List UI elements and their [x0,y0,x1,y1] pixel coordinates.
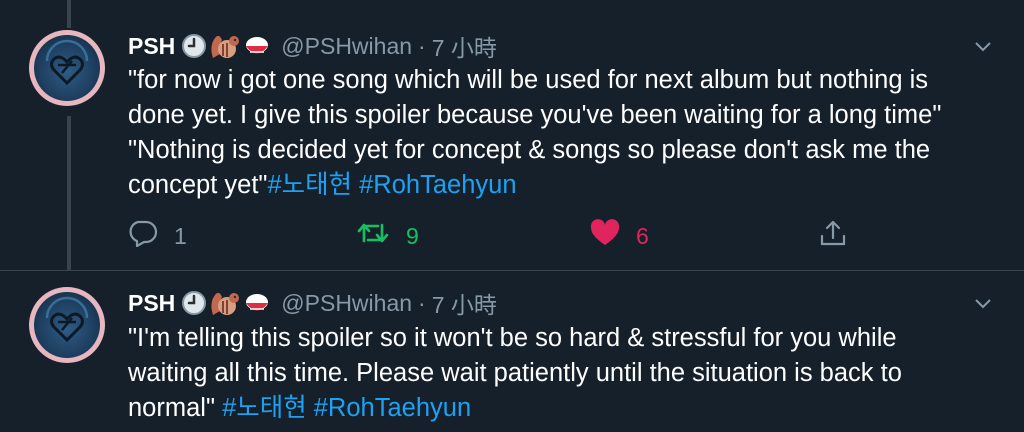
share-button[interactable] [818,218,848,254]
reply-button[interactable]: 1 [128,218,187,254]
tweet-text-line: normal" #노태현 #RohTaehyun [128,391,998,426]
hashtag-link[interactable]: #RohTaehyun [314,394,471,422]
tweet-header: PSH @PSHwihan · 7 小時 [128,28,497,64]
tweet-text-line: "I'm telling this spoiler so it won't be… [128,324,897,352]
avatar-image [34,35,100,101]
display-name[interactable]: PSH [128,33,175,60]
reply-count: 1 [174,222,187,249]
rice-bowl-emoji-icon [243,33,271,59]
chipmunk-emoji-icon [209,289,241,317]
display-name[interactable]: PSH [128,290,175,317]
tweet-text-fragment: concept yet" [128,171,268,199]
chevron-down-icon[interactable] [972,36,994,58]
heart-icon [590,219,620,253]
retweet-button[interactable]: 9 [356,218,419,254]
tweet-text: "I'm telling this spoiler so it won't be… [128,321,998,426]
retweet-count: 9 [406,222,419,249]
tweet-text-fragment: normal" [128,394,223,422]
tweet-text: "for now i got one song which will be us… [128,63,998,203]
chevron-down-icon[interactable] [972,293,994,315]
tweet-text-line: "Nothing is decided yet for concept & so… [128,136,931,164]
hashtag-link[interactable]: #노태현 [267,171,352,199]
user-handle[interactable]: @PSHwihan [281,290,412,317]
tweet[interactable]: PSH @PSHwihan · 7 小時 "I'm telling this s… [0,271,1024,432]
reply-icon [128,219,158,253]
tweet-text-line: "for now i got one song which will be us… [128,66,929,94]
like-count: 6 [636,222,649,249]
tweet[interactable]: PSH @PSHwihan · 7 小時 "for now i got one … [0,0,1024,270]
tweet-text-line: waiting all this time. Please wait patie… [128,359,902,387]
clock-emoji-icon [181,33,207,59]
chipmunk-emoji-icon [209,32,241,60]
avatar[interactable] [29,287,105,363]
rice-bowl-emoji-icon [243,290,271,316]
separator-dot: · [418,32,426,59]
user-handle[interactable]: @PSHwihan [281,33,412,60]
like-button[interactable]: 6 [590,218,649,254]
avatar[interactable] [29,30,105,106]
avatar-image [34,292,100,358]
tweet-header: PSH @PSHwihan · 7 小時 [128,285,497,321]
hashtag-link[interactable]: #RohTaehyun [359,171,516,199]
tweet-actions: 1 9 6 [128,218,858,254]
hashtag-link[interactable]: #노태현 [222,394,307,422]
timestamp[interactable]: 7 小時 [432,286,497,320]
tweet-text-line: concept yet"#노태현 #RohTaehyun [128,168,998,203]
tweet-text-line: done yet. I give this spoiler because yo… [128,101,942,129]
timestamp[interactable]: 7 小時 [432,29,497,63]
clock-emoji-icon [181,290,207,316]
share-icon [818,218,848,254]
retweet-icon [356,219,390,253]
separator-dot: · [418,289,426,316]
